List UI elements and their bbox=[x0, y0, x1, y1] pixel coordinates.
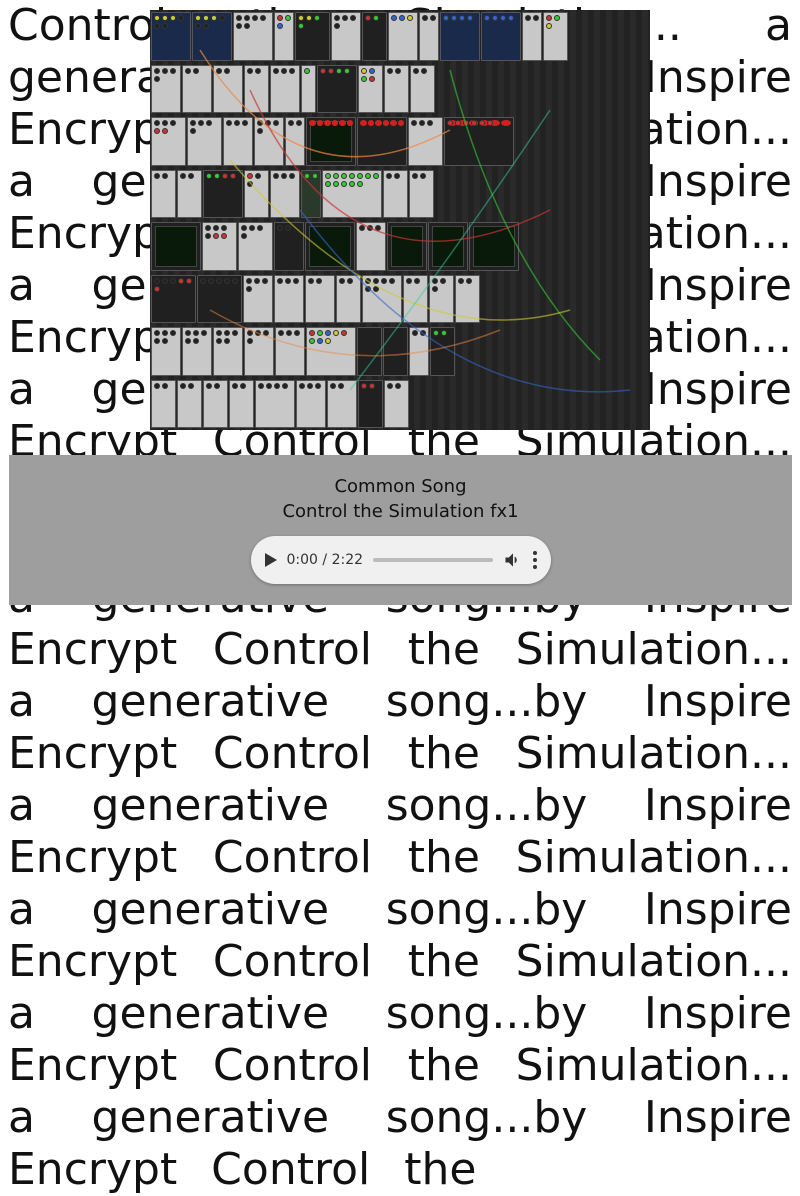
rack-module bbox=[274, 275, 304, 324]
rack-module bbox=[322, 170, 382, 219]
rack-module bbox=[223, 117, 253, 166]
rack-module bbox=[455, 275, 480, 324]
rack-module bbox=[238, 222, 273, 271]
more-menu-icon[interactable] bbox=[533, 551, 537, 569]
rack-module bbox=[357, 117, 407, 166]
rack-module bbox=[317, 65, 357, 114]
rack-module bbox=[358, 380, 383, 429]
rack-module bbox=[362, 12, 387, 61]
rack-module bbox=[428, 222, 468, 271]
rack-module bbox=[384, 65, 409, 114]
rack-module bbox=[151, 275, 196, 324]
rack-module bbox=[409, 170, 434, 219]
rack-module bbox=[469, 222, 519, 271]
rack-module bbox=[213, 327, 243, 376]
play-icon[interactable] bbox=[265, 553, 277, 567]
rack-module bbox=[388, 12, 418, 61]
rack-module bbox=[274, 222, 304, 271]
rack-module bbox=[429, 275, 454, 324]
rack-module bbox=[419, 12, 439, 61]
rack-module bbox=[301, 170, 321, 219]
modular-rack-image bbox=[150, 10, 650, 430]
rack-module bbox=[403, 275, 428, 324]
song-subtitle: Control the Simulation fx1 bbox=[282, 501, 518, 522]
rack-module bbox=[270, 170, 300, 219]
rack-module bbox=[197, 275, 242, 324]
rack-module bbox=[244, 65, 269, 114]
rack-module bbox=[233, 12, 273, 61]
rack-module bbox=[275, 327, 305, 376]
rack-module bbox=[285, 117, 305, 166]
audio-player: 0:00 / 2:22 bbox=[251, 536, 551, 584]
volume-icon[interactable] bbox=[503, 550, 523, 570]
rack-module bbox=[296, 380, 326, 429]
rack-module bbox=[357, 327, 382, 376]
rack-module bbox=[274, 12, 294, 61]
rack-module bbox=[182, 65, 212, 114]
rack-module bbox=[255, 380, 295, 429]
rack-module bbox=[295, 12, 330, 61]
rack-module bbox=[229, 380, 254, 429]
rack-module bbox=[336, 275, 361, 324]
rack-module bbox=[383, 327, 408, 376]
rack-module bbox=[430, 327, 455, 376]
rack-module bbox=[151, 65, 181, 114]
seek-bar[interactable] bbox=[373, 558, 492, 562]
rack-module bbox=[481, 12, 521, 61]
rack-module bbox=[151, 117, 186, 166]
rack-module bbox=[331, 12, 361, 61]
rack-module bbox=[244, 327, 274, 376]
rack-module bbox=[408, 117, 443, 166]
rack-module bbox=[327, 380, 357, 429]
rack-module bbox=[440, 12, 480, 61]
rack-module bbox=[213, 65, 243, 114]
rack-module bbox=[306, 117, 356, 166]
rack-module bbox=[202, 222, 237, 271]
rack-module bbox=[305, 222, 355, 271]
rack-module bbox=[203, 380, 228, 429]
playback-time: 0:00 / 2:22 bbox=[287, 552, 364, 568]
rack-module bbox=[301, 65, 316, 114]
rack-module bbox=[387, 222, 427, 271]
rack-module bbox=[151, 327, 181, 376]
rack-module bbox=[203, 170, 243, 219]
rack-module bbox=[151, 170, 176, 219]
rack-module bbox=[177, 380, 202, 429]
rack-module bbox=[151, 222, 201, 271]
rack-module bbox=[151, 380, 176, 429]
rack-module bbox=[254, 117, 284, 166]
rack-module bbox=[306, 327, 356, 376]
rack-module bbox=[187, 117, 222, 166]
rack-module bbox=[182, 327, 212, 376]
rack-module bbox=[177, 170, 202, 219]
rack-module bbox=[362, 275, 402, 324]
rack-module bbox=[151, 12, 191, 61]
audio-player-overlay: Common Song Control the Simulation fx1 0… bbox=[9, 455, 792, 605]
rack-module bbox=[192, 12, 232, 61]
rack-module bbox=[383, 170, 408, 219]
song-title: Common Song bbox=[334, 476, 466, 497]
rack-module bbox=[543, 12, 568, 61]
rack-module bbox=[244, 170, 269, 219]
rack-module bbox=[270, 65, 300, 114]
rack-module bbox=[409, 327, 429, 376]
rack-module bbox=[410, 65, 435, 114]
rack-module bbox=[522, 12, 542, 61]
rack-module bbox=[356, 222, 386, 271]
rack-module bbox=[243, 275, 273, 324]
rack-module bbox=[305, 275, 335, 324]
rack-module bbox=[358, 65, 383, 114]
rack-module bbox=[384, 380, 409, 429]
rack-module bbox=[444, 117, 514, 166]
